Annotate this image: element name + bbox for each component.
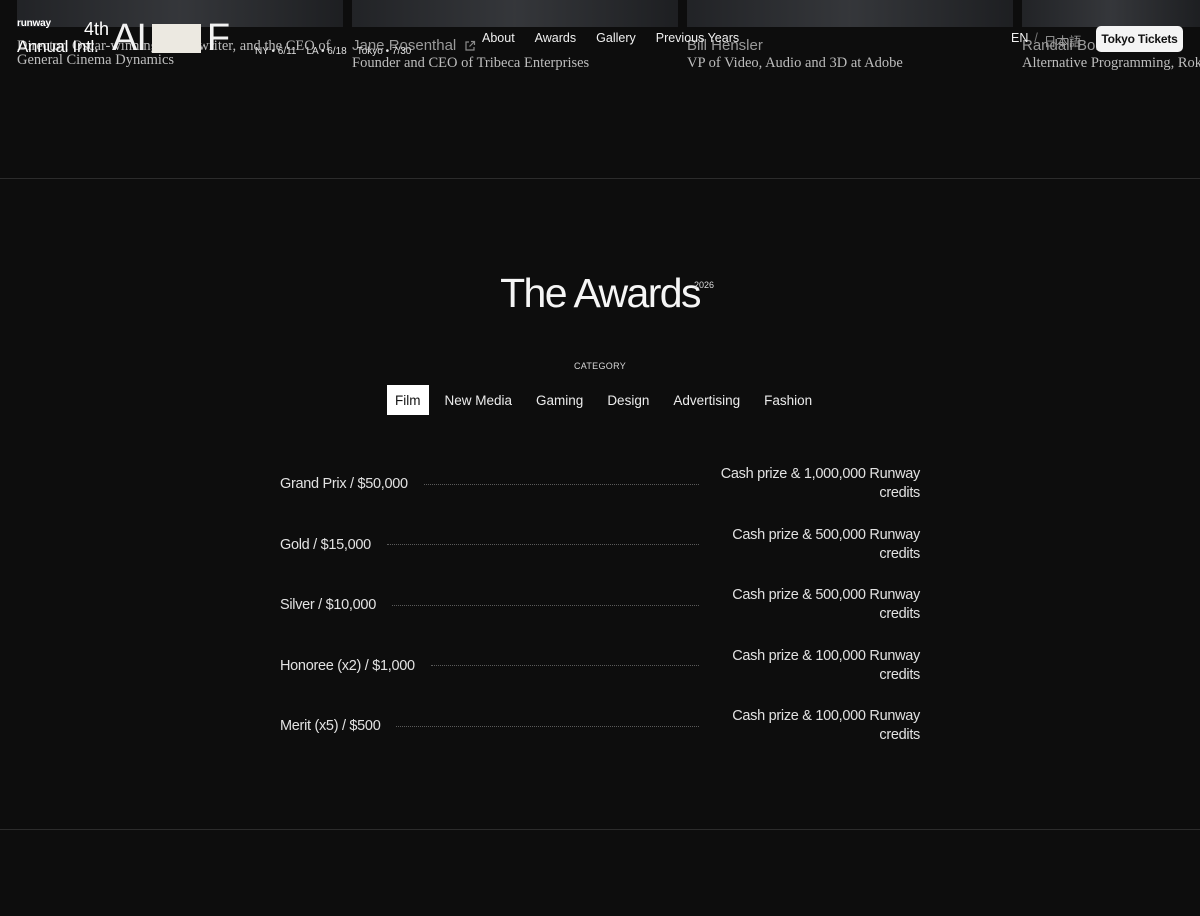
section-divider: [0, 829, 1200, 830]
date-tokyo: Tokyo • 7/30: [356, 46, 412, 57]
awards-title: The Awards: [500, 270, 701, 316]
lang-ja[interactable]: 日本語: [1044, 31, 1082, 50]
category-label: CATEGORY: [573, 361, 627, 371]
category-tabs: Film New Media Gaming Design Advertising…: [387, 385, 820, 415]
awards-year: 2026: [694, 280, 715, 290]
site-header: runway 4th Annual Intl. AI F NY • 6/11 L…: [0, 0, 1200, 70]
logo-letters-left: AI: [112, 17, 147, 59]
tab-gaming[interactable]: Gaming: [528, 385, 591, 415]
logo-block: [151, 23, 201, 53]
prize-name: Honoree (x2) / $1,000: [280, 657, 415, 674]
nav-gallery[interactable]: Gallery: [596, 31, 636, 45]
prize-row: Silver / $10,000 Cash prize & 500,000 Ru…: [280, 575, 920, 636]
prize-row: Honoree (x2) / $1,000 Cash prize & 100,0…: [280, 636, 920, 697]
dotted-leader: [396, 725, 699, 727]
aiff-logo[interactable]: AI F: [112, 17, 230, 59]
awards-heading: The Awards 2026: [0, 270, 1200, 317]
section-divider: [0, 178, 1200, 179]
tab-advertising[interactable]: Advertising: [665, 385, 748, 415]
prize-reward: Cash prize & 500,000 Runway credits: [732, 526, 920, 562]
date-ny: NY • 6/11: [255, 46, 297, 57]
edition-label: Annual Intl.: [17, 37, 99, 56]
dotted-leader: [423, 483, 699, 485]
prize-name: Merit (x5) / $500: [280, 718, 381, 735]
language-switcher: EN / 日本語: [1011, 31, 1081, 50]
nav-about[interactable]: About: [482, 31, 515, 45]
tokyo-tickets-button[interactable]: Tokyo Tickets: [1096, 26, 1183, 52]
main-nav: About Awards Gallery Previous Years: [482, 31, 739, 45]
prize-name: Gold / $15,000: [280, 536, 371, 553]
prize-list: Grand Prix / $50,000 Cash prize & 1,000,…: [280, 454, 920, 757]
prize-name: Grand Prix / $50,000: [280, 476, 408, 493]
prize-row: Grand Prix / $50,000 Cash prize & 1,000,…: [280, 454, 920, 515]
logo-letters-right: F: [206, 17, 230, 59]
lang-separator: /: [1034, 31, 1038, 45]
dotted-leader: [386, 544, 699, 546]
tab-design[interactable]: Design: [599, 385, 657, 415]
prize-name: Silver / $10,000: [280, 597, 376, 614]
dotted-leader: [430, 665, 699, 667]
tab-fashion[interactable]: Fashion: [756, 385, 820, 415]
date-la: LA • 6/18: [306, 46, 347, 57]
prize-reward: Cash prize & 1,000,000 Runway credits: [720, 466, 921, 502]
prize-reward: Cash prize & 500,000 Runway credits: [732, 587, 920, 623]
nav-previous-years[interactable]: Previous Years: [656, 31, 739, 45]
prize-row: Gold / $15,000 Cash prize & 500,000 Runw…: [280, 515, 920, 576]
nav-awards[interactable]: Awards: [535, 31, 576, 45]
dotted-leader: [391, 604, 699, 606]
lang-en[interactable]: EN: [1011, 31, 1028, 50]
tab-new-media[interactable]: New Media: [437, 385, 521, 415]
prize-reward: Cash prize & 100,000 Runway credits: [732, 647, 920, 683]
tab-film[interactable]: Film: [387, 385, 429, 415]
brand-wordmark[interactable]: runway: [17, 18, 51, 29]
event-dates: NY • 6/11 LA • 6/18 Tokyo • 7/30: [255, 46, 411, 57]
prize-row: Merit (x5) / $500 Cash prize & 100,000 R…: [280, 696, 920, 757]
prize-reward: Cash prize & 100,000 Runway credits: [732, 708, 920, 744]
